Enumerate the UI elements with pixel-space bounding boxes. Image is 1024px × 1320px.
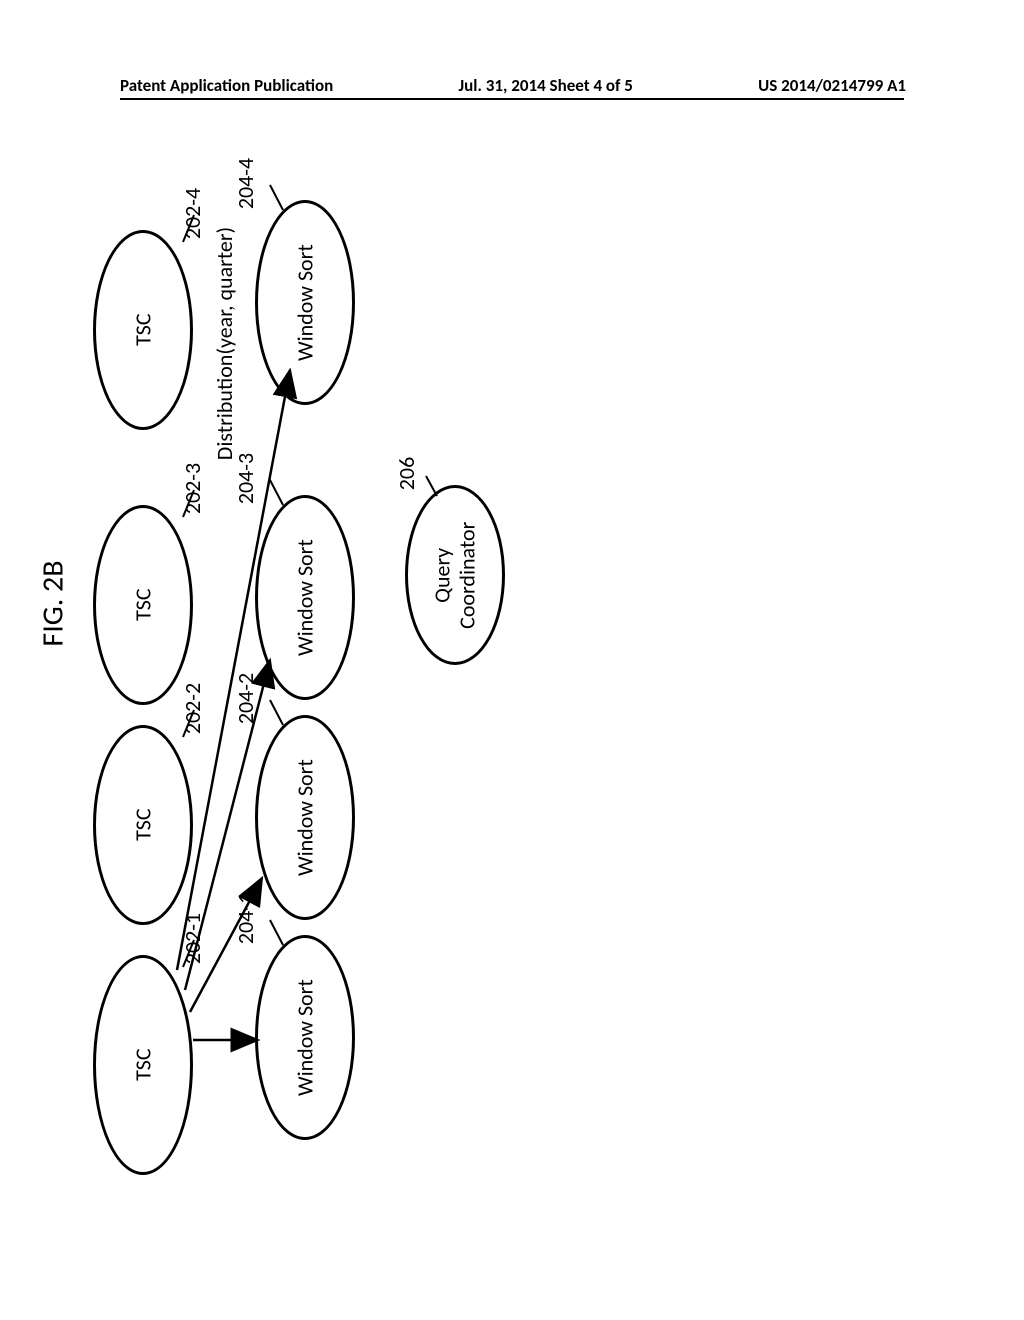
header-center: Jul. 31, 2014 Sheet 4 of 5 <box>458 75 632 96</box>
node-window-sort-4: Window Sort <box>255 200 355 405</box>
ref-ws3: 204-3 <box>232 453 259 504</box>
node-window-sort-2: Window Sort <box>255 715 355 920</box>
node-window-sort-3: Window Sort <box>255 495 355 700</box>
node-window-sort-1: Window Sort <box>255 935 355 1140</box>
header-rule <box>120 98 904 100</box>
ref-tsc2: 202-2 <box>179 683 206 734</box>
node-tsc-4: TSC <box>93 230 193 430</box>
ref-ws1: 204-1 <box>232 893 259 944</box>
diagram: Query Coordinator 206 Window Sort 204-1 … <box>90 170 930 1230</box>
node-tsc-2: TSC <box>93 725 193 925</box>
node-tsc-1: TSC <box>93 955 193 1175</box>
ref-ws2: 204-2 <box>232 673 259 724</box>
figure-label: FIG. 2B <box>35 560 72 646</box>
ref-tsc3: 202-3 <box>179 463 206 514</box>
distribution-annotation: Distribution(year, quarter) <box>211 227 238 460</box>
ref-tsc4: 202-4 <box>179 188 206 239</box>
page-header: Patent Application Publication Jul. 31, … <box>0 75 1024 96</box>
ref-ws4: 204-4 <box>232 158 259 209</box>
node-query-coordinator: Query Coordinator <box>405 485 505 665</box>
header-right: US 2014/0214799 A1 <box>758 75 906 96</box>
header-left: Patent Application Publication <box>120 75 333 96</box>
node-tsc-3: TSC <box>93 505 193 705</box>
ref-query-coordinator: 206 <box>393 457 420 490</box>
ref-tsc1: 202-1 <box>179 913 206 964</box>
